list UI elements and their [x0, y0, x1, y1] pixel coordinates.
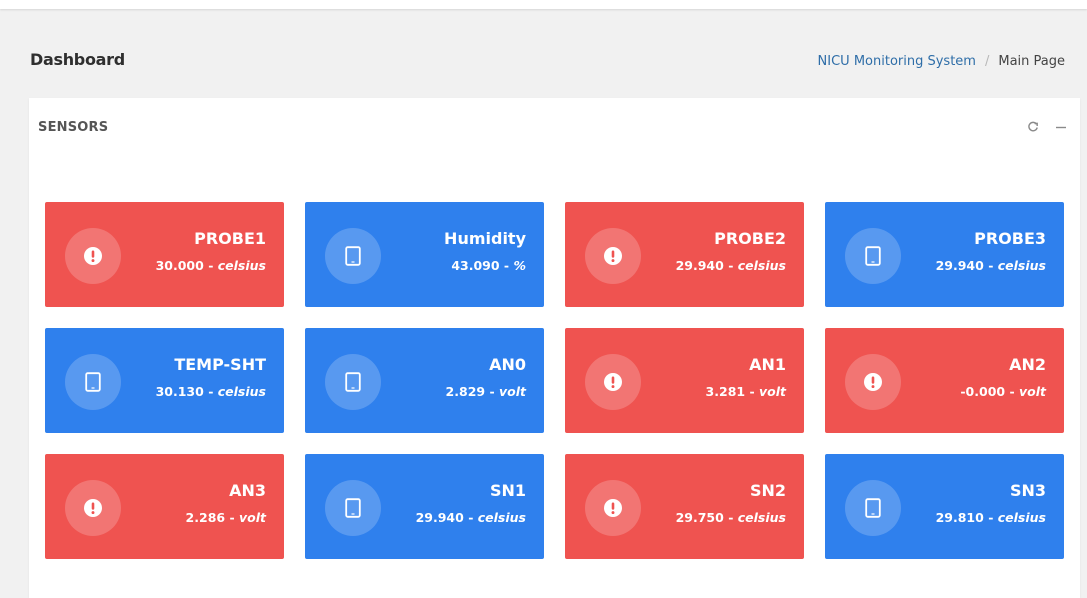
- sensor-reading: 2.286 - volt: [186, 510, 266, 525]
- sensor-card-probe3[interactable]: PROBE3 29.940 - celsius: [825, 202, 1064, 307]
- sensor-name: TEMP-SHT: [174, 355, 266, 374]
- sensor-reading-separator: -: [745, 384, 759, 399]
- sensor-reading-separator: -: [203, 258, 218, 273]
- exclamation-icon: [65, 228, 121, 284]
- sensor-name: Humidity: [444, 229, 526, 248]
- sensor-value: 29.940: [415, 510, 464, 525]
- sensor-card-an0[interactable]: AN0 2.829 - volt: [305, 328, 544, 433]
- tablet-icon: [325, 354, 381, 410]
- sensor-card-an3[interactable]: AN3 2.286 - volt: [45, 454, 284, 559]
- sensor-name: PROBE2: [714, 229, 786, 248]
- sensor-name: AN1: [749, 355, 786, 374]
- sensor-card-probe1[interactable]: PROBE1 30.000 - celsius: [45, 202, 284, 307]
- sensor-reading-separator: -: [723, 258, 738, 273]
- sensor-reading: 30.130 - celsius: [156, 384, 266, 399]
- sensor-value: 29.940: [935, 258, 984, 273]
- sensor-reading-separator: -: [225, 510, 239, 525]
- sensor-name: PROBE3: [974, 229, 1046, 248]
- sensor-name: SN3: [1009, 481, 1046, 500]
- sensors-panel: SENSORS PROBE1 30.000 - celsius Humidity 43…: [29, 98, 1080, 598]
- sensor-value: 29.940: [675, 258, 724, 273]
- breadcrumb: NICU Monitoring System / Main Page: [818, 54, 1065, 69]
- sensor-value: 43.090: [451, 258, 500, 273]
- breadcrumb-link-home[interactable]: NICU Monitoring System: [818, 54, 976, 69]
- sensor-name: AN0: [489, 355, 526, 374]
- sensor-reading: 29.810 - celsius: [936, 510, 1046, 525]
- sensor-reading: 3.281 - volt: [706, 384, 786, 399]
- exclamation-icon: [585, 354, 641, 410]
- sensor-unit: celsius: [217, 384, 266, 399]
- top-bar: [0, 0, 1087, 9]
- sensor-unit: celsius: [217, 258, 266, 273]
- exclamation-icon: [585, 480, 641, 536]
- exclamation-icon: [585, 228, 641, 284]
- sensor-card-an2[interactable]: AN2 -0.000 - volt: [825, 328, 1064, 433]
- panel-title: SENSORS: [38, 120, 109, 135]
- sensor-unit: celsius: [997, 510, 1046, 525]
- tablet-icon: [325, 480, 381, 536]
- sensor-card-an1[interactable]: AN1 3.281 - volt: [565, 328, 804, 433]
- sensor-value: 3.281: [705, 384, 746, 399]
- minimize-icon[interactable]: [1054, 120, 1068, 134]
- sensor-name: AN2: [1009, 355, 1046, 374]
- sensor-name: AN3: [229, 481, 266, 500]
- sensor-reading-separator: -: [463, 510, 478, 525]
- sensor-grid: PROBE1 30.000 - celsius Humidity 43.090 - %…: [45, 202, 1064, 559]
- sensor-unit: celsius: [737, 510, 786, 525]
- tablet-icon: [845, 480, 901, 536]
- sensor-card-temp-sht[interactable]: TEMP-SHT 30.130 - celsius: [45, 328, 284, 433]
- tablet-icon: [65, 354, 121, 410]
- sensor-reading-separator: -: [203, 384, 218, 399]
- sensor-value: 29.810: [935, 510, 984, 525]
- sensor-unit: %: [513, 258, 526, 273]
- refresh-icon[interactable]: [1026, 120, 1040, 134]
- sensor-reading: 29.940 - celsius: [676, 258, 786, 273]
- sensor-card-sn1[interactable]: SN1 29.940 - celsius: [305, 454, 544, 559]
- sensor-value: 30.000: [155, 258, 204, 273]
- sensor-unit: volt: [239, 510, 266, 525]
- sensor-value: 2.286: [185, 510, 226, 525]
- sensor-reading-separator: -: [983, 258, 998, 273]
- sensor-unit: volt: [1019, 384, 1046, 399]
- sensor-value: -0.000: [960, 384, 1006, 399]
- sensor-card-humidity[interactable]: Humidity 43.090 - %: [305, 202, 544, 307]
- sensor-card-sn3[interactable]: SN3 29.810 - celsius: [825, 454, 1064, 559]
- sensor-unit: celsius: [477, 510, 526, 525]
- sensor-unit: volt: [499, 384, 526, 399]
- sensor-reading: -0.000 - volt: [960, 384, 1046, 399]
- sensor-reading: 30.000 - celsius: [156, 258, 266, 273]
- sensor-name: SN2: [749, 481, 786, 500]
- sensor-reading: 29.940 - celsius: [416, 510, 526, 525]
- sensor-reading: 2.829 - volt: [446, 384, 526, 399]
- sensor-reading-separator: -: [485, 384, 499, 399]
- sensor-reading-separator: -: [983, 510, 998, 525]
- sensor-reading: 29.940 - celsius: [936, 258, 1046, 273]
- sensor-unit: volt: [759, 384, 786, 399]
- exclamation-icon: [845, 354, 901, 410]
- exclamation-icon: [65, 480, 121, 536]
- sensor-card-probe2[interactable]: PROBE2 29.940 - celsius: [565, 202, 804, 307]
- sensor-card-sn2[interactable]: SN2 29.750 - celsius: [565, 454, 804, 559]
- sensor-value: 29.750: [675, 510, 724, 525]
- sensor-value: 30.130: [155, 384, 204, 399]
- sensor-reading-separator: -: [1005, 384, 1019, 399]
- sensor-value: 2.829: [445, 384, 486, 399]
- breadcrumb-current: Main Page: [998, 54, 1065, 69]
- sensor-name: SN1: [489, 481, 526, 500]
- breadcrumb-separator: /: [984, 54, 990, 69]
- sensor-reading-separator: -: [499, 258, 514, 273]
- sensor-name: PROBE1: [194, 229, 266, 248]
- sensor-reading: 29.750 - celsius: [676, 510, 786, 525]
- sensor-reading: 43.090 - %: [451, 258, 526, 273]
- sensor-unit: celsius: [997, 258, 1046, 273]
- panel-tools: [1026, 120, 1068, 134]
- sensor-reading-separator: -: [723, 510, 738, 525]
- tablet-icon: [325, 228, 381, 284]
- tablet-icon: [845, 228, 901, 284]
- page-title: Dashboard: [30, 50, 125, 69]
- sensor-unit: celsius: [737, 258, 786, 273]
